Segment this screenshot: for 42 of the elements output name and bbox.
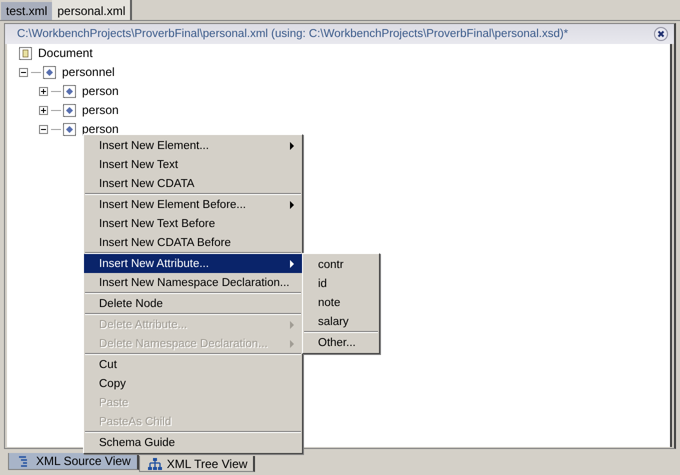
menu-item[interactable]: Insert New Attribute... [84, 254, 302, 273]
menu-item[interactable]: Schema Guide [84, 433, 302, 452]
element-node-icon [63, 85, 76, 98]
expander-toggle[interactable] [39, 106, 48, 115]
view-tab[interactable]: XML Source View [8, 453, 139, 470]
menu-item[interactable]: Insert New Text [84, 155, 302, 174]
menu-item[interactable]: Insert New Text Before [84, 214, 302, 233]
menu-item[interactable]: Insert New CDATA Before [84, 233, 302, 252]
menu-item[interactable]: contr [303, 255, 379, 274]
hierarchy-icon [148, 458, 162, 470]
close-icon[interactable] [654, 27, 668, 41]
menu-item[interactable]: id [303, 274, 379, 293]
element-node-icon [63, 123, 76, 136]
editor-path-title: C:\WorkbenchProjects\ProverbFinal\personal.xml (using: C:\WorkbenchProjects\ProverbFinal\personal.xsd)* [17, 28, 570, 40]
element-node-icon [63, 104, 76, 117]
menu-item[interactable]: Delete Node [84, 294, 302, 313]
menu-item[interactable]: Insert New Element Before... [84, 195, 302, 214]
menu-item[interactable]: Insert New Element... [84, 136, 302, 155]
menu-item[interactable]: Insert New CDATA [84, 174, 302, 193]
menu-item[interactable]: salary [303, 312, 379, 331]
file-tab[interactable]: personal.xml [52, 0, 132, 20]
minus-icon [20, 69, 27, 76]
menu-item[interactable]: Other... [303, 333, 379, 352]
expander-toggle[interactable] [39, 125, 48, 134]
expander-toggle[interactable] [19, 68, 28, 77]
menu-item[interactable]: Cut [84, 355, 302, 374]
plus-icon [40, 88, 47, 95]
tree-node-label[interactable]: person [82, 104, 119, 117]
view-tab[interactable]: XML Tree View [138, 456, 256, 472]
expander-toggle[interactable] [39, 87, 48, 96]
menu-item[interactable]: Copy [84, 374, 302, 393]
menu-item[interactable]: note [303, 293, 379, 312]
tree-node-label[interactable]: personnel [62, 66, 115, 79]
plus-icon [40, 107, 47, 114]
menu-item[interactable]: Insert New Namespace Declaration... [84, 273, 302, 292]
element-node-icon [43, 66, 56, 79]
tree-node-label[interactable]: Document [38, 47, 93, 60]
document-node-icon [19, 47, 32, 60]
minus-icon [40, 126, 47, 133]
tree-node-label[interactable]: person [82, 85, 119, 98]
file-tab[interactable]: test.xml [1, 2, 52, 20]
tree-node-label[interactable]: person [82, 123, 119, 136]
